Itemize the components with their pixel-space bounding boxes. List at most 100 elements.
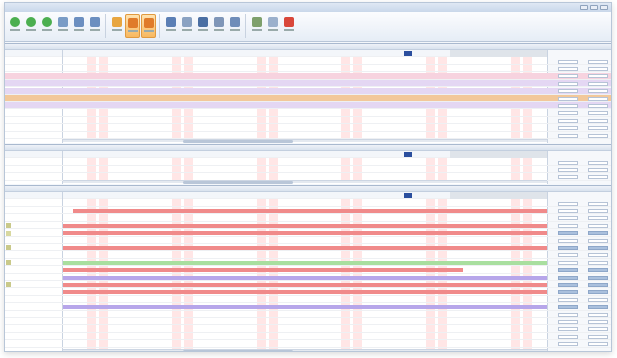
summary-cell[interactable]	[558, 312, 578, 317]
summary-cell[interactable]	[558, 238, 578, 243]
schedule-row[interactable]	[5, 95, 611, 102]
schedule-row[interactable]	[5, 252, 611, 259]
summary-cell[interactable]	[558, 342, 578, 347]
schedule-row[interactable]	[5, 318, 611, 326]
summary-cell[interactable]	[558, 103, 578, 108]
summary-cell[interactable]	[588, 111, 608, 116]
settings-button[interactable]	[249, 14, 264, 38]
summary-cell[interactable]	[588, 238, 608, 243]
grid-button[interactable]	[195, 14, 210, 38]
schedule-row[interactable]	[5, 159, 611, 166]
horizontal-scrollbar[interactable]	[63, 139, 547, 143]
summary-cell[interactable]	[588, 334, 608, 339]
summary-cell[interactable]	[588, 167, 608, 172]
summary-cell[interactable]	[588, 342, 608, 347]
summary-cell[interactable]	[588, 160, 608, 165]
summary-cell[interactable]	[588, 319, 608, 324]
schedule-bar[interactable]	[63, 275, 547, 280]
scrollbar-thumb[interactable]	[183, 181, 293, 184]
schedule-row[interactable]	[5, 58, 611, 65]
summary-cell[interactable]	[558, 231, 578, 236]
maximize-button[interactable]	[590, 5, 598, 10]
summary-cell[interactable]	[588, 275, 608, 280]
summary-cell[interactable]	[588, 282, 608, 287]
schedule-row[interactable]	[5, 125, 611, 132]
schedule-row[interactable]	[5, 296, 611, 304]
green-circle-button[interactable]	[39, 14, 54, 38]
summary-cell[interactable]	[558, 305, 578, 310]
summary-cell[interactable]	[558, 290, 578, 295]
schedule-row[interactable]	[5, 311, 611, 318]
summary-cell[interactable]	[588, 74, 608, 79]
summary-cell[interactable]	[588, 312, 608, 317]
schedule-row[interactable]	[5, 87, 611, 95]
schedule-row[interactable]	[5, 341, 611, 348]
schedule-bar[interactable]	[63, 231, 547, 236]
summary-cell[interactable]	[588, 133, 608, 138]
horizontal-scrollbar[interactable]	[63, 180, 547, 184]
summary-cell[interactable]	[558, 268, 578, 273]
schedule-row[interactable]	[5, 237, 611, 244]
zoom-out-button[interactable]	[87, 14, 102, 38]
schedule-bar[interactable]	[63, 305, 547, 310]
summary-cell[interactable]	[558, 282, 578, 287]
folder-button[interactable]	[109, 14, 124, 38]
summary-cell[interactable]	[558, 126, 578, 131]
summary-cell[interactable]	[588, 81, 608, 86]
green-circle-button[interactable]	[23, 14, 38, 38]
summary-cell[interactable]	[558, 96, 578, 101]
schedule-row[interactable]	[5, 166, 611, 174]
summary-cell[interactable]	[558, 216, 578, 221]
summary-cell[interactable]	[588, 175, 608, 180]
summary-cell[interactable]	[558, 334, 578, 339]
schedule-row[interactable]	[5, 117, 611, 125]
exit-button[interactable]	[281, 14, 296, 38]
summary-cell[interactable]	[588, 223, 608, 228]
summary-cell[interactable]	[588, 297, 608, 302]
people-button[interactable]	[163, 14, 178, 38]
summary-cell[interactable]	[588, 66, 608, 71]
schedule-bar[interactable]	[63, 268, 463, 273]
summary-cell[interactable]	[588, 231, 608, 236]
zoom-in-button[interactable]	[71, 14, 86, 38]
schedule-row[interactable]	[5, 102, 611, 110]
summary-cell[interactable]	[588, 305, 608, 310]
summary-cell[interactable]	[558, 275, 578, 280]
summary-cell[interactable]	[558, 133, 578, 138]
summary-cell[interactable]	[588, 201, 608, 206]
summary-cell[interactable]	[558, 89, 578, 94]
horizontal-scrollbar[interactable]	[63, 349, 547, 351]
summary-cell[interactable]	[558, 260, 578, 265]
scrollbar-thumb[interactable]	[183, 140, 293, 143]
summary-cell[interactable]	[558, 208, 578, 213]
minimize-button[interactable]	[580, 5, 588, 10]
schedule-row[interactable]	[5, 65, 611, 73]
today-marker[interactable]	[403, 51, 412, 56]
view-button[interactable]	[141, 14, 156, 38]
summary-cell[interactable]	[558, 201, 578, 206]
document-button[interactable]	[211, 14, 226, 38]
schedule-row[interactable]	[5, 80, 611, 88]
schedule-row[interactable]	[5, 110, 611, 117]
summary-cell[interactable]	[558, 327, 578, 332]
green-circle-button[interactable]	[7, 14, 22, 38]
summary-cell[interactable]	[588, 268, 608, 273]
today-marker[interactable]	[403, 152, 412, 157]
schedule-row[interactable]	[5, 132, 611, 139]
schedule-bar[interactable]	[63, 245, 547, 250]
summary-cell[interactable]	[588, 216, 608, 221]
help-button[interactable]	[265, 14, 280, 38]
summary-cell[interactable]	[588, 327, 608, 332]
chart-button[interactable]	[227, 14, 242, 38]
summary-cell[interactable]	[558, 223, 578, 228]
summary-cell[interactable]	[558, 118, 578, 123]
summary-cell[interactable]	[588, 89, 608, 94]
summary-cell[interactable]	[558, 66, 578, 71]
summary-cell[interactable]	[558, 81, 578, 86]
summary-cell[interactable]	[558, 175, 578, 180]
summary-cell[interactable]	[558, 245, 578, 250]
schedule-row[interactable]	[5, 215, 611, 222]
summary-cell[interactable]	[558, 167, 578, 172]
summary-cell[interactable]	[558, 160, 578, 165]
schedule-bar[interactable]	[73, 208, 547, 213]
